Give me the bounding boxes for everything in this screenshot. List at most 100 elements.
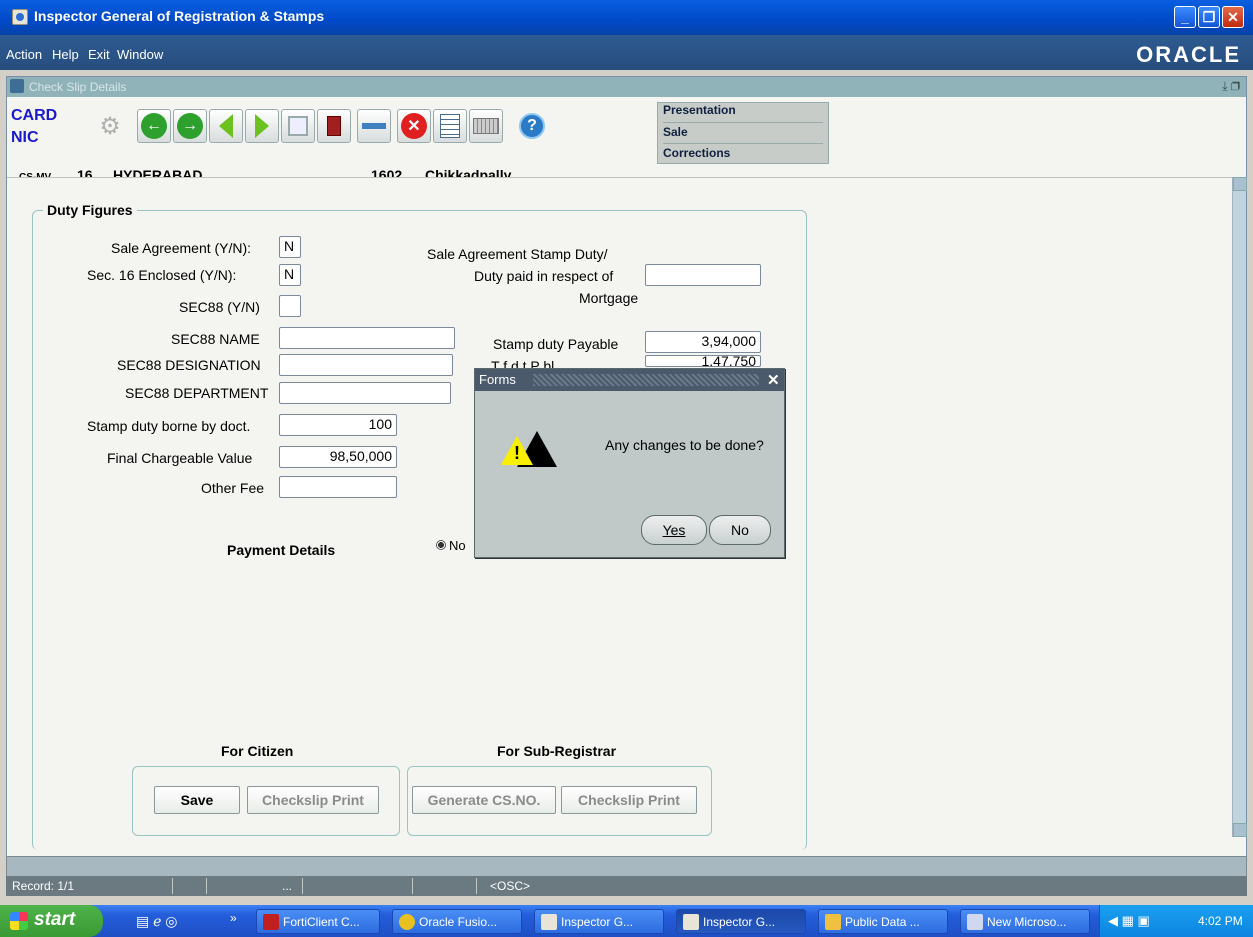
- help-icon[interactable]: ?: [515, 109, 549, 143]
- for-citizen-title: For Citizen: [221, 743, 294, 759]
- sale-agreement-label: Sale Agreement (Y/N):: [111, 240, 252, 256]
- task-forticlient[interactable]: FortiClient C...: [256, 909, 380, 934]
- sale-agreement-stamp-field[interactable]: [645, 264, 761, 286]
- next-block-icon[interactable]: [245, 109, 279, 143]
- message-line: [6, 856, 1247, 878]
- nav-presentation[interactable]: Presentation: [663, 103, 736, 117]
- form-icon: [10, 79, 24, 93]
- sec88-name-label: SEC88 NAME: [171, 331, 260, 347]
- stamp-duty-payable-label: Stamp duty Payable: [493, 336, 619, 352]
- close-button[interactable]: ✕: [1222, 6, 1244, 28]
- sec88-designation-field[interactable]: [279, 354, 453, 376]
- other-fee-field[interactable]: [279, 476, 397, 498]
- delete-icon[interactable]: ✕: [397, 109, 431, 143]
- task-oracle-fusion[interactable]: Oracle Fusio...: [392, 909, 522, 934]
- duty-figures-legend: Duty Figures: [43, 202, 137, 218]
- vertical-scrollbar[interactable]: [1232, 177, 1247, 837]
- toolbar: CARD NIC ⚙ ← → ✕ ? Presentation Sale Cor…: [7, 97, 829, 183]
- next-record-icon[interactable]: →: [173, 109, 207, 143]
- transfer-duty-field[interactable]: 1,47,750: [645, 355, 761, 367]
- taskbar: start ▤ ℯ ◎ » FortiClient C... Oracle Fu…: [0, 905, 1253, 937]
- osc-indicator: <OSC>: [490, 879, 531, 893]
- minimize-button[interactable]: _: [1174, 6, 1196, 28]
- card-label: CARD: [11, 107, 58, 124]
- inner-window-controls-icon[interactable]: ⤓ ❐: [1222, 79, 1240, 94]
- dialog-title-bar: Forms ✕: [475, 369, 784, 391]
- tray-icons[interactable]: ◀ ▦ ▣: [1108, 913, 1150, 929]
- sale-agreement-stamp-label-1: Sale Agreement Stamp Duty/: [427, 246, 608, 262]
- sec88-designation-label: SEC88 DESIGNATION: [117, 357, 261, 373]
- other-fee-label: Other Fee: [201, 480, 265, 496]
- stamp-duty-borne-field[interactable]: 100: [279, 414, 397, 436]
- status-dots: ...: [282, 879, 293, 893]
- status-bar: Record: 1/1 ... <OSC>: [6, 876, 1247, 896]
- checkslip-print-citizen-button[interactable]: Checkslip Print: [247, 786, 379, 814]
- task-public-data[interactable]: Public Data ...: [818, 909, 948, 934]
- payment-no-radio[interactable]: [436, 540, 446, 550]
- sale-agreement-field[interactable]: N: [279, 236, 301, 258]
- restore-button[interactable]: ❐: [1198, 6, 1220, 28]
- dialog-title-pattern: [533, 374, 759, 386]
- scroll-down-icon[interactable]: [1233, 823, 1247, 837]
- yes-button[interactable]: Yes: [641, 515, 707, 545]
- quicklaunch-expand-icon[interactable]: »: [230, 911, 237, 925]
- warning-icon: !: [501, 431, 557, 467]
- navigation-panel: Presentation Sale Corrections: [657, 102, 829, 164]
- menu-help[interactable]: Help: [52, 47, 79, 62]
- inner-window-title: Check Slip Details: [29, 80, 127, 94]
- transfer-duty-label: T f d t P bl: [491, 358, 555, 368]
- for-subregistrar-title: For Sub-Registrar: [497, 743, 617, 759]
- list-icon[interactable]: [433, 109, 467, 143]
- exit-icon[interactable]: [317, 109, 351, 143]
- previous-record-icon[interactable]: ←: [137, 109, 171, 143]
- inner-title-bar: Check Slip Details ⤓ ❐: [7, 77, 1246, 97]
- clock: 4:02 PM: [1198, 914, 1243, 928]
- card-nic-logo: CARD NIC: [11, 105, 57, 149]
- java-app-icon: [12, 9, 28, 25]
- menu-bar: Action Help Exit Window ORACLE: [0, 35, 1253, 70]
- previous-block-icon[interactable]: [209, 109, 243, 143]
- sec88-department-field[interactable]: [279, 382, 451, 404]
- record-indicator: Record: 1/1: [12, 879, 75, 893]
- task-inspector-2[interactable]: Inspector G...: [676, 909, 806, 934]
- sale-agreement-stamp-label-2: Duty paid in respect of: [474, 268, 614, 284]
- sec88-label: SEC88 (Y/N): [179, 299, 260, 315]
- checkslip-print-sr-button[interactable]: Checkslip Print: [561, 786, 697, 814]
- scroll-up-icon[interactable]: [1233, 177, 1247, 191]
- generate-cs-no-button[interactable]: Generate CS.NO.: [412, 786, 556, 814]
- start-label: start: [34, 909, 76, 930]
- save-button[interactable]: Save: [154, 786, 240, 814]
- dialog-title: Forms: [479, 372, 516, 387]
- task-new-microsoft[interactable]: New Microso...: [960, 909, 1090, 934]
- sec88-field[interactable]: [279, 295, 301, 317]
- sale-agreement-stamp-label-3: Mortgage: [579, 290, 639, 306]
- no-button[interactable]: No: [709, 515, 771, 545]
- print-setup-icon[interactable]: ⚙: [93, 109, 127, 143]
- menu-action[interactable]: Action: [6, 47, 42, 62]
- start-button[interactable]: start: [0, 905, 103, 937]
- window-title: Inspector General of Registration & Stam…: [34, 8, 325, 24]
- sec16-field[interactable]: N: [279, 264, 301, 286]
- stamp-duty-borne-label: Stamp duty borne by doct.: [87, 418, 251, 434]
- menu-window[interactable]: Window: [117, 47, 163, 62]
- nav-corrections[interactable]: Corrections: [663, 143, 823, 160]
- payment-details-label: Payment Details: [227, 542, 336, 558]
- sec88-department-label: SEC88 DEPARTMENT: [125, 385, 269, 401]
- stamp-duty-payable-field[interactable]: 3,94,000: [645, 331, 761, 353]
- nic-label: NIC: [11, 129, 39, 146]
- dialog-message: Any changes to be done?: [605, 437, 764, 453]
- windows-logo-icon: [10, 912, 28, 930]
- menu-exit[interactable]: Exit: [88, 47, 110, 62]
- sec88-name-field[interactable]: [279, 327, 455, 349]
- oracle-logo: ORACLE: [1136, 42, 1241, 67]
- payment-no-label: No: [449, 538, 466, 553]
- final-chargeable-label: Final Chargeable Value: [107, 450, 253, 466]
- dialog-close-icon[interactable]: ✕: [767, 371, 780, 389]
- task-inspector-1[interactable]: Inspector G...: [534, 909, 664, 934]
- save-icon[interactable]: [281, 109, 315, 143]
- clear-icon[interactable]: [357, 109, 391, 143]
- quicklaunch-icons[interactable]: ▤ ℯ ◎: [136, 913, 178, 930]
- final-chargeable-field[interactable]: 98,50,000: [279, 446, 397, 468]
- keyboard-icon[interactable]: [469, 109, 503, 143]
- nav-sale[interactable]: Sale: [663, 122, 823, 139]
